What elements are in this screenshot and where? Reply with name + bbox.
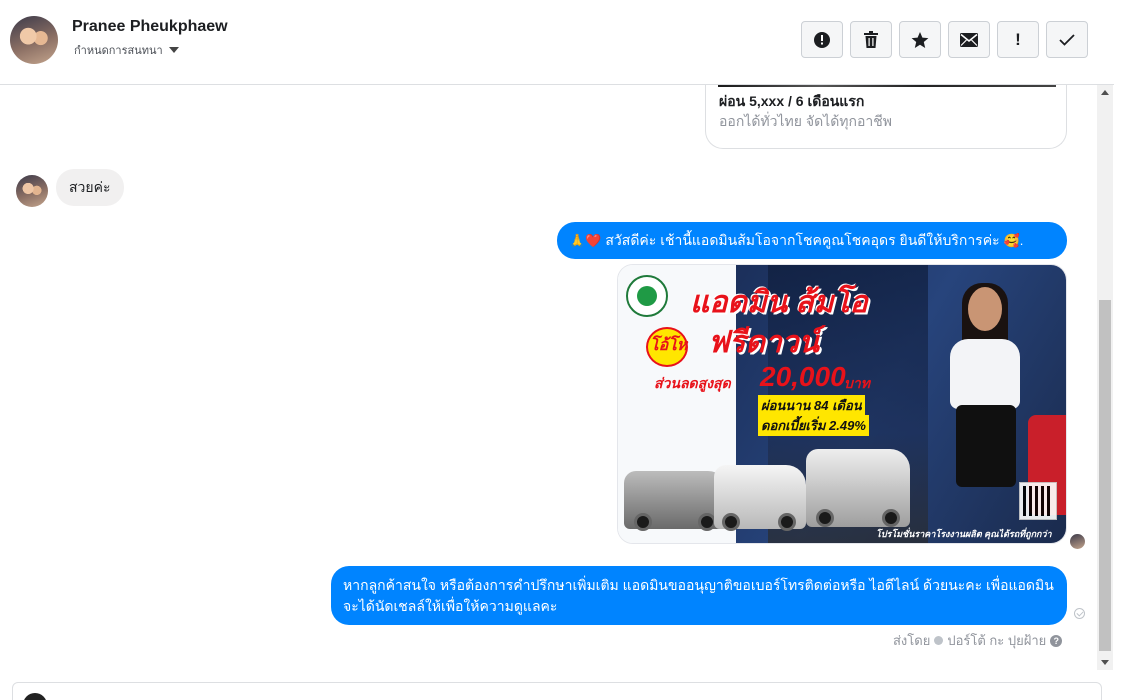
- promo-badge: โอ้โห: [650, 337, 688, 354]
- report-button[interactable]: [801, 21, 843, 58]
- trash-icon: [864, 30, 878, 48]
- smiling-hearts-emoji: 🥰.: [1003, 232, 1024, 248]
- delivered-check-icon: [1074, 608, 1085, 619]
- shared-post-subtitle: ออกได้ทั่วไทย จัดได้ทุกอาชีพ: [719, 113, 893, 129]
- promo-discount-amount: 20,000: [760, 361, 846, 392]
- sent-by-name[interactable]: ปอร์โต้ กะ ปุยฝ้าย: [947, 630, 1046, 651]
- conversation-setting-label: กำหนดการสนทนา: [74, 45, 163, 57]
- sent-by-label: ส่งโดย: [893, 633, 931, 648]
- header-actions: !: [801, 21, 1088, 58]
- promo-person-photo: [948, 283, 1020, 487]
- contact-avatar[interactable]: [10, 16, 58, 64]
- scroll-up-arrow-icon[interactable]: [1101, 90, 1109, 95]
- scroll-down-arrow-icon[interactable]: [1101, 660, 1109, 665]
- mark-unread-button[interactable]: [948, 21, 990, 58]
- shared-post-title: ผ่อน 5,xxx / 6 เดือนแรก: [719, 93, 865, 109]
- star-button[interactable]: [899, 21, 941, 58]
- chevron-down-icon: [168, 47, 179, 53]
- dealer-logo: [626, 275, 668, 317]
- outgoing-message-text: สวัสดีค่ะ เช้านี้แอดมินส้มโอจากโชคคูณโชค…: [605, 231, 1000, 248]
- verified-check-icon: [934, 636, 944, 645]
- contact-name[interactable]: Pranee Pheukphaew: [72, 18, 228, 36]
- qr-code: [1019, 482, 1057, 520]
- mark-done-button[interactable]: [1046, 21, 1088, 58]
- exclamation-icon: !: [1015, 29, 1021, 49]
- outgoing-message[interactable]: หากลูกค้าสนใจ หรือต้องการคำปรึกษาเพิ่มเต…: [331, 566, 1067, 625]
- scrollbar-thumb[interactable]: [1099, 300, 1111, 651]
- alert-circle-icon: [814, 31, 830, 48]
- promo-image-attachment[interactable]: แอดมิน ส้มโอ โอ้โห ฟรีดาวน์ ส่วนลดสูงสุด…: [617, 264, 1067, 544]
- outgoing-message-text: หากลูกค้าสนใจ หรือต้องการคำปรึกษาเพิ่มเต…: [343, 577, 1054, 614]
- promo-installment: ผ่อนนาน 84 เดือน: [758, 395, 865, 416]
- conversation-header: Pranee Pheukphaew กำหนดการสนทนา !: [0, 0, 1114, 85]
- promo-discount-label: ส่วนลดสูงสุด: [654, 375, 731, 391]
- envelope-icon: [960, 32, 978, 47]
- checkmark-icon: [1059, 33, 1075, 46]
- thread-scrollbar[interactable]: [1097, 85, 1113, 670]
- promo-car-pickup-white: [714, 465, 806, 531]
- help-icon[interactable]: ?: [1050, 634, 1063, 647]
- promo-car-hatchback: [624, 471, 728, 531]
- sent-by-info: ส่งโดย ปอร์โต้ กะ ปุยฝ้าย ?: [893, 630, 1063, 651]
- message-composer[interactable]: [12, 682, 1102, 700]
- promo-footer: โปรโมชั่นราคาโรงงานผลิต คุณได้รถที่ถูกกว…: [876, 529, 1052, 539]
- incoming-message[interactable]: สวยค่ะ: [56, 169, 124, 206]
- star-icon: [911, 31, 929, 48]
- delete-button[interactable]: [850, 21, 892, 58]
- shared-post-image: [718, 85, 1056, 87]
- promo-headline: ฟรีดาวน์: [708, 326, 820, 359]
- shared-post-card[interactable]: ผ่อน 5,xxx / 6 เดือนแรก ออกได้ทั่วไทย จั…: [705, 85, 1067, 149]
- contact-avatar-small[interactable]: [16, 175, 48, 207]
- promo-car-pickup-cage: [806, 449, 910, 527]
- follow-up-button[interactable]: !: [997, 21, 1039, 58]
- seen-by-avatar: [1070, 534, 1085, 549]
- promo-interest: ดอกเบี้ยเริ่ม 2.49%: [758, 415, 869, 436]
- promo-discount-unit: บาท: [844, 375, 870, 391]
- message-thread[interactable]: ผ่อน 5,xxx / 6 เดือนแรก ออกได้ทั่วไทย จั…: [0, 85, 1114, 677]
- messenger-conversation: Pranee Pheukphaew กำหนดการสนทนา ! ผ่อน 5…: [0, 0, 1126, 700]
- outgoing-message[interactable]: 🙏❤️ สวัสดีค่ะ เช้านี้แอดมินส้มโอจากโชคคู…: [557, 222, 1067, 259]
- page-avatar: [23, 693, 47, 700]
- pray-heart-emoji: 🙏❤️: [569, 232, 602, 248]
- conversation-setting-dropdown[interactable]: กำหนดการสนทนา: [74, 41, 179, 59]
